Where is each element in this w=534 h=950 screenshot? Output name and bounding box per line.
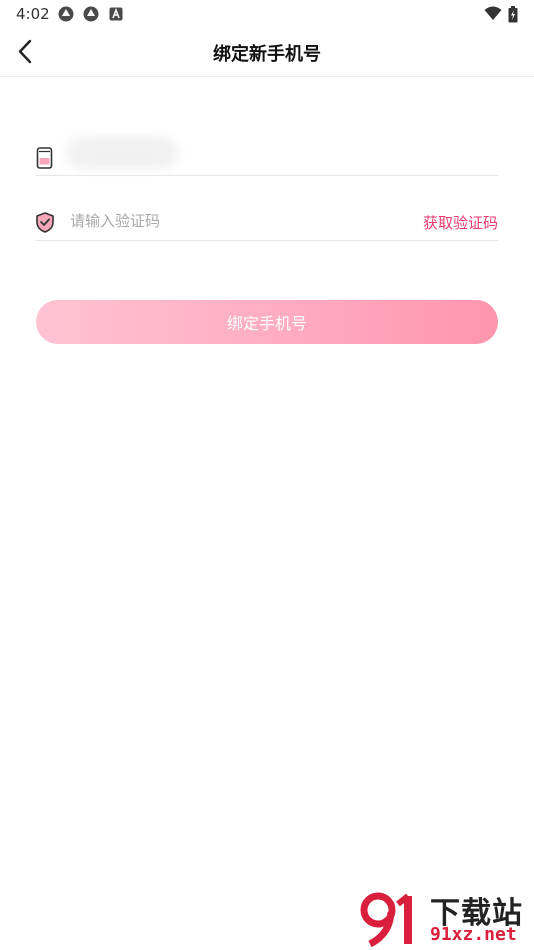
battery-charging-icon xyxy=(508,6,524,23)
status-bar: 4:02 xyxy=(0,0,534,28)
aperture-icon xyxy=(58,6,74,22)
watermark-logo xyxy=(360,892,412,948)
nav-bar: 绑定新手机号 xyxy=(0,28,534,77)
phone-number-value[interactable] xyxy=(66,137,178,169)
shield-check-icon xyxy=(36,212,54,233)
bind-phone-button-label: 绑定手机号 xyxy=(226,314,307,333)
watermark: 下载站 91xz.net xyxy=(360,888,534,950)
verification-code-field[interactable]: 获取验证码 xyxy=(36,202,498,241)
phone-icon xyxy=(36,147,54,169)
get-code-button[interactable]: 获取验证码 xyxy=(423,212,498,233)
phone-field[interactable] xyxy=(36,133,498,176)
aperture-icon xyxy=(83,6,99,22)
watermark-domain: 91xz.net xyxy=(430,924,517,945)
verification-code-input[interactable] xyxy=(70,209,370,233)
bind-phone-button[interactable]: 绑定手机号 xyxy=(36,300,498,344)
wifi-icon xyxy=(484,6,502,22)
status-time: 4:02 xyxy=(16,5,50,23)
a-box-icon xyxy=(109,6,125,22)
page-title: 绑定新手机号 xyxy=(213,44,321,65)
